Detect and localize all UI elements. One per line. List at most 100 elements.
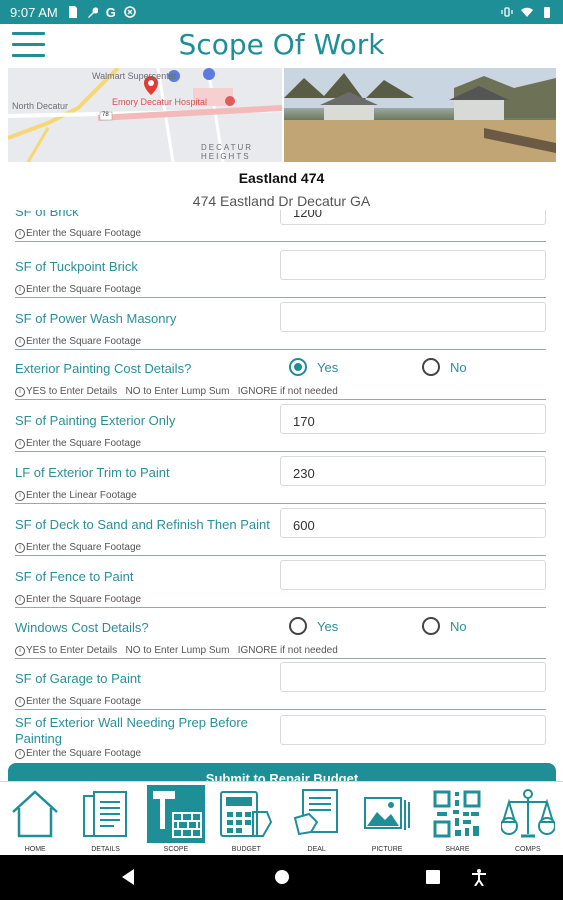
radio-unselected bbox=[422, 617, 440, 635]
windows-no-radio[interactable]: No bbox=[422, 617, 467, 635]
exterior-trim-input[interactable]: 230 bbox=[280, 456, 546, 486]
field-hint: i Enter the Square Footage bbox=[15, 594, 141, 605]
brick-sf-input[interactable]: 1200 bbox=[280, 210, 546, 225]
app-bar: Scope Of Work bbox=[0, 24, 563, 68]
system-nav-bar bbox=[0, 855, 563, 900]
field-label: SF of Painting Exterior Only bbox=[15, 413, 176, 428]
field-hint: i Enter the Square Footage bbox=[15, 748, 141, 759]
field-hint: i Enter the Square Footage bbox=[15, 438, 141, 449]
field-hint: i YES to Enter Details NO to Enter Lump S… bbox=[15, 645, 338, 656]
house-icon bbox=[12, 790, 59, 838]
info-icon: i bbox=[15, 386, 25, 397]
calculator-icon bbox=[220, 791, 273, 837]
property-name: Eastland 474 bbox=[238, 170, 325, 186]
picture-icon bbox=[364, 797, 411, 830]
map-label-route: 78 bbox=[102, 112, 109, 118]
nav-comps[interactable]: COMPS bbox=[493, 782, 563, 856]
divider bbox=[15, 555, 546, 556]
info-icon: i bbox=[15, 336, 25, 347]
qr-code-icon bbox=[433, 790, 481, 838]
tuckpoint-brick-input[interactable] bbox=[280, 250, 546, 280]
info-icon: i bbox=[15, 696, 25, 707]
street-view-photo[interactable] bbox=[284, 68, 556, 162]
info-icon: i bbox=[15, 228, 25, 239]
bottom-nav: HOME DETAILS SCOPE BUDGET DEAL PICTURE S… bbox=[0, 781, 563, 855]
field-hint: i Enter the Square Footage bbox=[15, 228, 141, 239]
document-icon bbox=[82, 791, 127, 837]
sd-card-icon bbox=[68, 6, 77, 18]
deck-refinish-input[interactable]: 600 bbox=[280, 508, 546, 538]
scope-form: SF of Brick 1200 i Enter the Square Foota… bbox=[0, 210, 563, 765]
status-bar: 9:07 AM G bbox=[0, 0, 563, 24]
info-icon: i bbox=[15, 748, 25, 759]
field-hint: i Enter the Square Footage bbox=[15, 696, 141, 707]
info-icon: i bbox=[15, 490, 25, 501]
radio-unselected bbox=[289, 617, 307, 635]
field-hint: i Enter the Square Footage bbox=[15, 542, 141, 553]
google-icon: G bbox=[105, 4, 116, 20]
divider bbox=[15, 399, 546, 400]
info-icon: i bbox=[15, 284, 25, 295]
field-label: SF of Tuckpoint Brick bbox=[15, 259, 138, 274]
map-label-walmart: Walmart Supercenter bbox=[92, 71, 177, 81]
property-address: 474 Eastland Dr Decatur GA bbox=[192, 193, 371, 209]
wrench-icon bbox=[87, 7, 98, 18]
nav-picture[interactable]: PICTURE bbox=[352, 782, 422, 856]
recents-icon[interactable] bbox=[425, 868, 441, 886]
nav-home[interactable]: HOME bbox=[0, 782, 70, 856]
exterior-painting-yes-radio[interactable]: Yes bbox=[289, 358, 338, 376]
power-wash-input[interactable] bbox=[280, 302, 546, 332]
field-hint: i Enter the Linear Footage bbox=[15, 490, 137, 501]
divider bbox=[15, 349, 546, 350]
field-label: LF of Exterior Trim to Paint bbox=[15, 465, 170, 480]
wifi-icon bbox=[521, 7, 533, 17]
map-label-heights: HEIGHTS bbox=[201, 152, 251, 161]
info-icon: i bbox=[15, 542, 25, 553]
home-icon[interactable] bbox=[273, 868, 291, 886]
battery-icon bbox=[544, 7, 550, 18]
garage-paint-input[interactable] bbox=[280, 662, 546, 692]
info-icon: i bbox=[15, 438, 25, 449]
status-time: 9:07 AM bbox=[10, 4, 58, 20]
divider bbox=[15, 658, 546, 659]
field-label: Windows Cost Details? bbox=[15, 620, 149, 635]
field-label: SF of Deck to Sand and Refinish Then Pai… bbox=[15, 517, 270, 532]
field-hint: i Enter the Square Footage bbox=[15, 284, 141, 295]
field-label: SF of Fence to Paint bbox=[15, 569, 134, 584]
scales-icon bbox=[500, 789, 555, 838]
page-title: Scope Of Work bbox=[178, 28, 385, 61]
map-label-hospital: Emory Decatur Hospital bbox=[112, 97, 208, 107]
painting-exterior-input[interactable]: 170 bbox=[280, 404, 546, 434]
radio-selected bbox=[289, 358, 307, 376]
map-label-decatur: DECATUR bbox=[201, 143, 254, 152]
exterior-painting-no-radio[interactable]: No bbox=[422, 358, 467, 376]
nav-details[interactable]: DETAILS bbox=[70, 782, 140, 856]
nav-share[interactable]: SHARE bbox=[422, 782, 492, 856]
nav-deal[interactable]: DEAL bbox=[282, 782, 352, 856]
divider bbox=[15, 451, 546, 452]
vibrate-icon bbox=[501, 7, 513, 17]
map-thumbnail[interactable]: Walmart Supercenter North Decatur Emory … bbox=[8, 68, 282, 162]
field-hint: i Enter the Square Footage bbox=[15, 336, 141, 347]
windows-yes-radio[interactable]: Yes bbox=[289, 617, 338, 635]
divider bbox=[15, 241, 546, 242]
field-label: SF of Power Wash Masonry bbox=[15, 311, 177, 326]
divider bbox=[15, 297, 546, 298]
exterior-wall-prep-input[interactable] bbox=[280, 715, 546, 745]
nav-scope[interactable]: SCOPE bbox=[141, 782, 211, 856]
field-label: SF of Exterior Wall Needing Prep Before bbox=[15, 715, 248, 730]
divider bbox=[15, 709, 546, 710]
field-hint: i YES to Enter Details NO to Enter Lump S… bbox=[15, 386, 338, 397]
fence-paint-input[interactable] bbox=[280, 560, 546, 590]
back-icon[interactable] bbox=[120, 868, 136, 886]
divider bbox=[15, 503, 546, 504]
hammer-brick-icon bbox=[152, 791, 202, 838]
map-label-north-decatur: North Decatur bbox=[12, 101, 69, 111]
field-label-line2: Painting bbox=[15, 731, 62, 746]
field-label: SF of Brick bbox=[15, 210, 79, 219]
handshake-icon bbox=[293, 789, 338, 836]
info-icon: i bbox=[15, 594, 25, 605]
info-icon: i bbox=[15, 645, 25, 656]
accessibility-icon[interactable] bbox=[470, 868, 488, 886]
nav-budget[interactable]: BUDGET bbox=[211, 782, 281, 856]
